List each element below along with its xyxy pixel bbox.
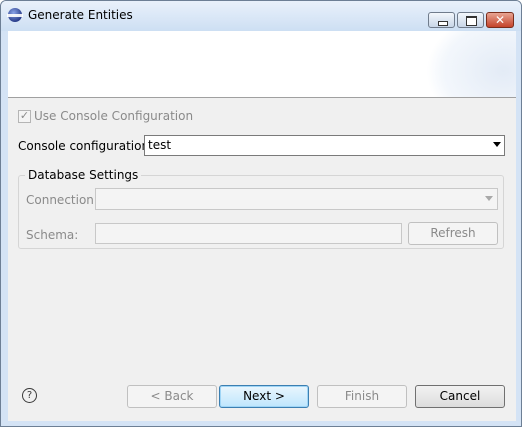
schema-input[interactable]: [95, 223, 402, 244]
wizard-footer: ? < Back Next > Finish Cancel: [8, 371, 516, 421]
back-button[interactable]: < Back: [127, 385, 217, 408]
banner-decoration: [426, 31, 516, 97]
connection-select[interactable]: [95, 188, 498, 210]
next-button[interactable]: Next >: [219, 385, 309, 408]
minimize-button[interactable]: [428, 12, 455, 28]
chevron-down-icon: [485, 196, 493, 201]
dialog-window: Generate Entities ✕ ✓ Use Console Config…: [0, 0, 522, 427]
use-console-label: Use Console Configuration: [34, 109, 194, 123]
console-config-label: Console configuration:: [18, 139, 154, 153]
minimize-icon: [438, 21, 448, 26]
title-bar[interactable]: Generate Entities ✕: [1, 1, 521, 31]
wizard-content: ✓ Use Console Configuration Console conf…: [8, 98, 516, 371]
console-config-select[interactable]: test: [144, 135, 505, 156]
use-console-checkbox[interactable]: ✓: [18, 109, 31, 123]
maximize-icon: [466, 16, 477, 26]
help-icon[interactable]: ?: [22, 388, 37, 403]
console-config-value: test: [148, 138, 172, 152]
checkmark-icon: ✓: [19, 109, 30, 122]
window-title: Generate Entities: [28, 8, 133, 22]
refresh-button[interactable]: Refresh: [408, 222, 498, 245]
database-settings-title: Database Settings: [25, 168, 142, 182]
finish-button[interactable]: Finish: [317, 385, 407, 408]
close-button[interactable]: ✕: [486, 12, 514, 28]
connection-label: Connection:: [26, 193, 98, 207]
cancel-button[interactable]: Cancel: [415, 385, 505, 408]
schema-label: Schema:: [26, 228, 79, 242]
maximize-button[interactable]: [457, 12, 484, 28]
close-icon: ✕: [494, 13, 506, 27]
wizard-banner: [8, 31, 516, 98]
eclipse-icon: [7, 8, 23, 22]
chevron-down-icon: [493, 142, 501, 147]
